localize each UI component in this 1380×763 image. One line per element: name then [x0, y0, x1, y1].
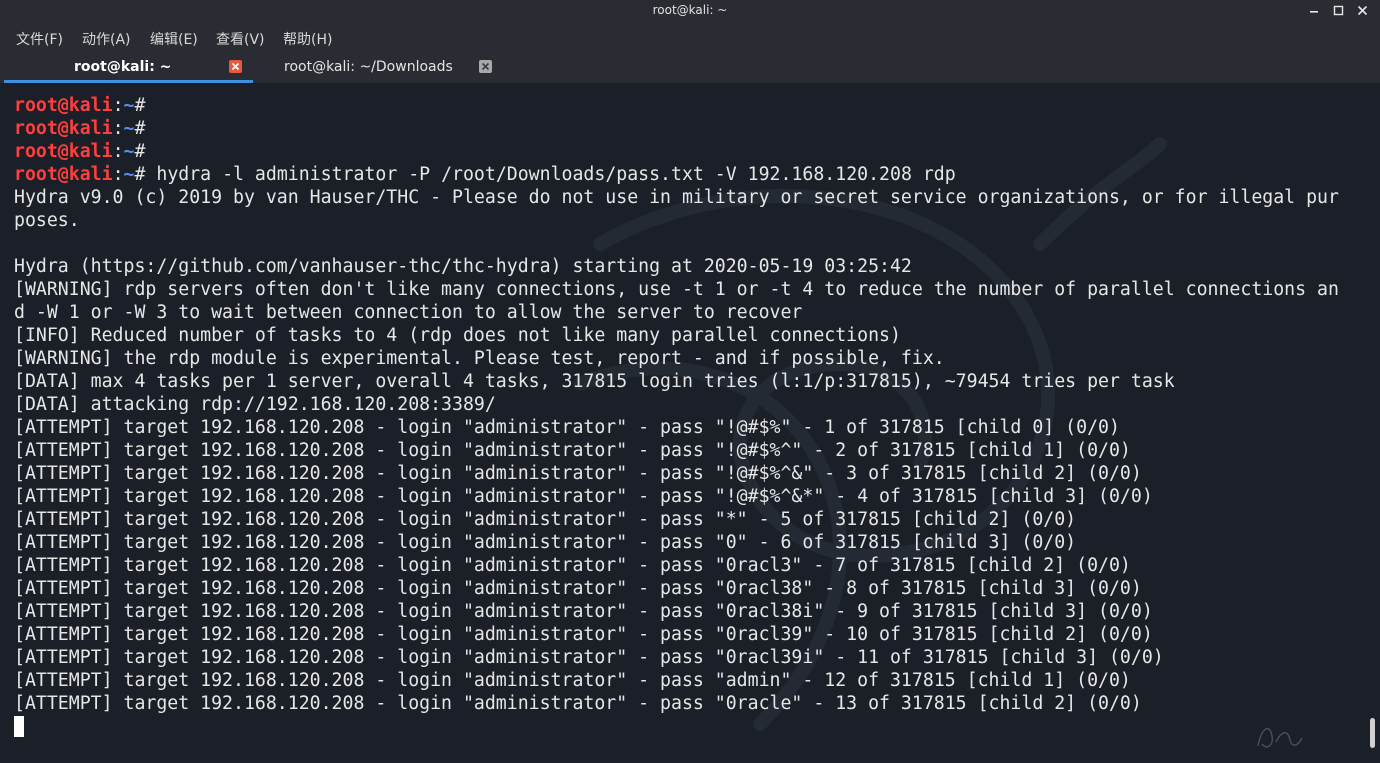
- prompt-user: root@kali: [14, 164, 113, 185]
- output-line: [ATTEMPT] target 192.168.120.208 - login…: [14, 624, 1153, 645]
- command-text: hydra -l administrator -P /root/Download…: [145, 164, 956, 185]
- prompt-separator: :: [112, 141, 124, 162]
- prompt-symbol: #: [134, 95, 146, 116]
- output-line: [ATTEMPT] target 192.168.120.208 - login…: [14, 486, 1153, 507]
- prompt-symbol: #: [134, 141, 146, 162]
- prompt-line: root@kali:~#: [14, 117, 1352, 140]
- title-bar[interactable]: root@kali: ~: [0, 0, 1380, 24]
- signature-icon: [1257, 727, 1303, 748]
- output-line: [ATTEMPT] target 192.168.120.208 - login…: [14, 601, 1153, 622]
- cursor-line: [14, 715, 1352, 738]
- active-tab-indicator: [4, 80, 253, 83]
- tab-label: root@kali: ~/Downloads: [284, 59, 453, 75]
- menu-file[interactable]: 文件(F): [14, 29, 65, 49]
- prompt-separator: :: [112, 118, 124, 139]
- maximize-icon[interactable]: [1330, 2, 1348, 20]
- scrollbar-thumb[interactable]: [1370, 718, 1375, 748]
- prompt-path: ~: [123, 164, 135, 185]
- minimize-icon[interactable]: [1306, 2, 1324, 20]
- output-line: d -W 1 or -W 3 to wait between connectio…: [14, 302, 803, 323]
- output-line: [DATA] max 4 tasks per 1 server, overall…: [14, 371, 1175, 392]
- text-cursor: [14, 716, 24, 737]
- output-line: [ATTEMPT] target 192.168.120.208 - login…: [14, 440, 1131, 461]
- output-line: poses.: [14, 210, 80, 231]
- tab-bar: root@kali: ~ root@kali: ~/Downloads: [0, 52, 1380, 84]
- prompt-user: root@kali: [14, 95, 113, 116]
- menu-edit[interactable]: 编辑(E): [148, 29, 200, 49]
- output-line: Hydra v9.0 (c) 2019 by van Hauser/THC - …: [14, 187, 1339, 208]
- prompt-path: ~: [123, 95, 135, 116]
- menu-view[interactable]: 查看(V): [214, 29, 267, 49]
- output-line: [DATA] attacking rdp://192.168.120.208:3…: [14, 394, 496, 415]
- terminal-view[interactable]: root@kali:~# root@kali:~# root@kali:~# root…: [0, 84, 1380, 763]
- tab-label: root@kali: ~: [74, 59, 172, 75]
- tab-home[interactable]: root@kali: ~: [4, 52, 253, 83]
- prompt-symbol: #: [134, 118, 146, 139]
- output-line: [ATTEMPT] target 192.168.120.208 - login…: [14, 555, 1131, 576]
- prompt-line: root@kali:~#: [14, 94, 1352, 117]
- menu-bar: 文件(F) 动作(A) 编辑(E) 查看(V) 帮助(H): [0, 24, 1380, 52]
- output-line: [WARNING] rdp servers often don't like m…: [14, 279, 1339, 300]
- output-line: [INFO] Reduced number of tasks to 4 (rdp…: [14, 325, 901, 346]
- prompt-separator: :: [112, 95, 124, 116]
- menu-help[interactable]: 帮助(H): [281, 29, 334, 49]
- prompt-symbol: #: [134, 164, 146, 185]
- prompt-user: root@kali: [14, 118, 113, 139]
- prompt-line: root@kali:~# hydra -l administrator -P /…: [14, 163, 1352, 186]
- output-line: [ATTEMPT] target 192.168.120.208 - login…: [14, 417, 1120, 438]
- prompt-path: ~: [123, 118, 135, 139]
- menu-action[interactable]: 动作(A): [80, 29, 133, 49]
- output-line: [ATTEMPT] target 192.168.120.208 - login…: [14, 532, 1077, 553]
- output-line: [ATTEMPT] target 192.168.120.208 - login…: [14, 670, 1131, 691]
- output-line: [ATTEMPT] target 192.168.120.208 - login…: [14, 509, 1077, 530]
- output-line: [ATTEMPT] target 192.168.120.208 - login…: [14, 693, 1142, 714]
- prompt-path: ~: [123, 141, 135, 162]
- terminal-output: root@kali:~# root@kali:~# root@kali:~# root…: [14, 94, 1352, 738]
- prompt-separator: :: [112, 164, 124, 185]
- output-line: [ATTEMPT] target 192.168.120.208 - login…: [14, 578, 1142, 599]
- tab-close-icon[interactable]: [479, 60, 492, 73]
- tab-downloads[interactable]: root@kali: ~/Downloads: [258, 52, 498, 83]
- output-line: Hydra (https://github.com/vanhauser-thc/…: [14, 256, 912, 277]
- close-icon[interactable]: [1354, 2, 1372, 20]
- tab-close-icon[interactable]: [229, 60, 242, 73]
- output-line: [WARNING] the rdp module is experimental…: [14, 348, 945, 369]
- output-line: [ATTEMPT] target 192.168.120.208 - login…: [14, 647, 1164, 668]
- prompt-line: root@kali:~#: [14, 140, 1352, 163]
- window-title: root@kali: ~: [652, 3, 728, 17]
- prompt-user: root@kali: [14, 141, 113, 162]
- output-line: [ATTEMPT] target 192.168.120.208 - login…: [14, 463, 1142, 484]
